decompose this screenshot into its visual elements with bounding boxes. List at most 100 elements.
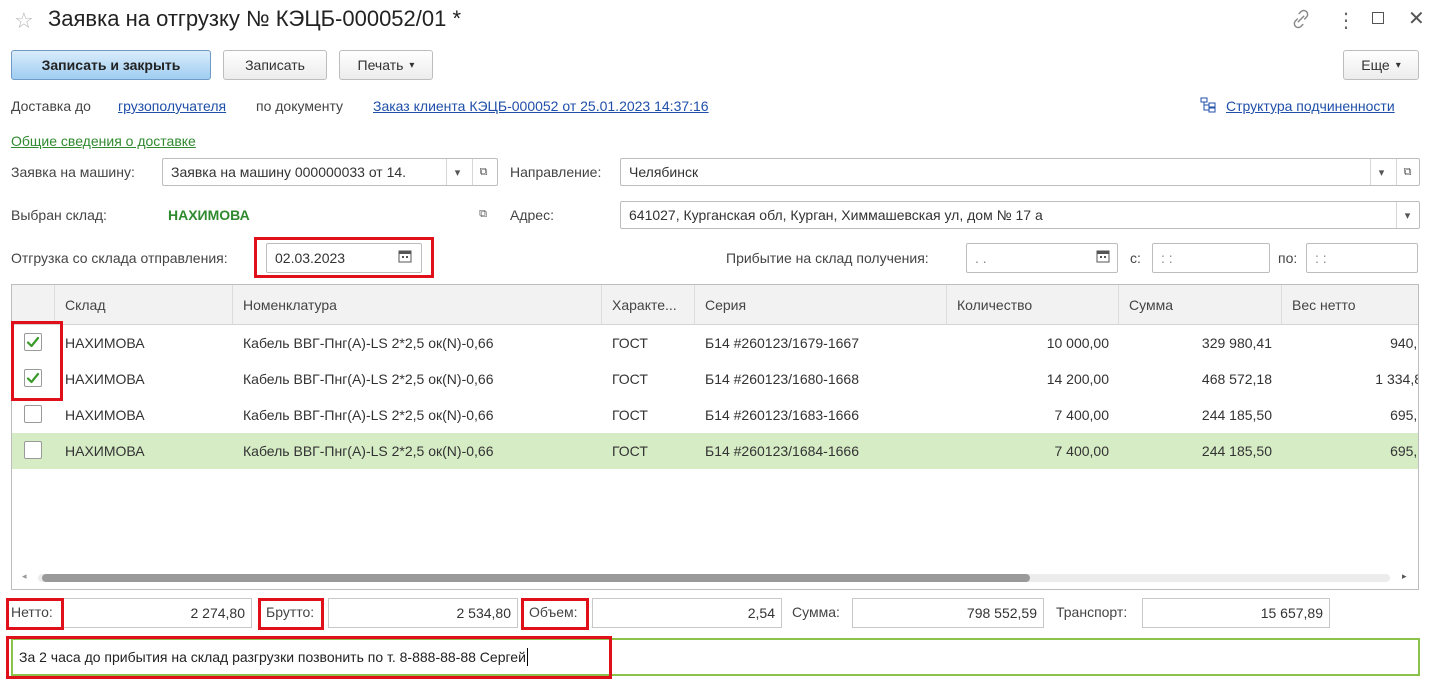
table-row[interactable]: НАХИМОВА Кабель ВВГ-Пнг(А)-LS 2*2,5 ок(N)… bbox=[12, 397, 1419, 433]
address-field[interactable]: 641027, Курганская обл, Курган, Химмашев… bbox=[620, 201, 1420, 229]
volume-value: 2,54 bbox=[592, 598, 782, 628]
column-header-characteristic[interactable]: Характе... bbox=[602, 285, 695, 325]
open-icon[interactable]: ⧉ bbox=[472, 201, 494, 227]
volume-label: Объем: bbox=[529, 604, 578, 620]
goods-table[interactable]: Склад Номенклатура Характе... Серия Коли… bbox=[11, 284, 1419, 590]
cell-warehouse: НАХИМОВА bbox=[65, 407, 145, 423]
brutto-label: Брутто: bbox=[266, 604, 315, 620]
direction-field[interactable]: Челябинск bbox=[620, 158, 1420, 186]
close-icon[interactable]: ✕ bbox=[1408, 6, 1425, 31]
warehouse-value[interactable]: НАХИМОВА bbox=[168, 207, 250, 223]
cell-sum: 244 185,50 bbox=[1201, 407, 1272, 423]
table-row[interactable]: НАХИМОВА Кабель ВВГ-Пнг(А)-LS 2*2,5 ок(N)… bbox=[12, 433, 1419, 469]
calendar-icon[interactable] bbox=[1096, 249, 1112, 265]
link-icon[interactable] bbox=[1290, 8, 1314, 32]
cell-series: Б14 #260123/1683-1666 bbox=[705, 407, 859, 423]
structure-icon bbox=[1200, 97, 1218, 115]
by-document-label: по документу bbox=[256, 98, 344, 114]
cell-quantity: 10 000,00 bbox=[1046, 335, 1109, 351]
scroll-right-icon[interactable]: ▸ bbox=[1402, 571, 1407, 582]
transport-value: 15 657,89 bbox=[1142, 598, 1330, 628]
dropdown-arrow-icon: ▾ bbox=[409, 59, 415, 71]
netto-value: 2 274,80 bbox=[62, 598, 252, 628]
car-request-label: Заявка на машину: bbox=[11, 164, 135, 180]
direction-label: Направление: bbox=[510, 164, 602, 180]
text-cursor bbox=[526, 648, 528, 666]
column-header-nomenclature[interactable]: Номенклатура bbox=[233, 285, 602, 325]
delivery-prefix: Доставка до bbox=[11, 98, 91, 114]
cell-net-weight: 1 334,8 bbox=[1375, 371, 1419, 387]
column-header-warehouse[interactable]: Склад bbox=[55, 285, 233, 325]
table-row[interactable]: НАХИМОВА Кабель ВВГ-Пнг(А)-LS 2*2,5 ок(N)… bbox=[12, 325, 1419, 361]
sum-value: 798 552,59 bbox=[852, 598, 1044, 628]
to-time-label: по: bbox=[1278, 250, 1298, 266]
row-checkbox[interactable] bbox=[24, 441, 42, 459]
cell-quantity: 7 400,00 bbox=[1054, 407, 1110, 423]
column-header-sum[interactable]: Сумма bbox=[1119, 285, 1282, 325]
cell-quantity: 7 400,00 bbox=[1054, 443, 1110, 459]
page-title: Заявка на отгрузку № КЭЦБ-000052/01 * bbox=[48, 6, 462, 31]
cell-sum: 468 572,18 bbox=[1201, 371, 1272, 387]
from-time-value: : : bbox=[1161, 250, 1173, 266]
brutto-value: 2 534,80 bbox=[328, 598, 518, 628]
row-checkbox[interactable] bbox=[24, 369, 42, 387]
column-header-series[interactable]: Серия bbox=[695, 285, 947, 325]
open-icon[interactable]: ⧉ bbox=[1396, 159, 1418, 185]
column-header-quantity[interactable]: Количество bbox=[947, 285, 1119, 325]
cell-series: Б14 #260123/1679-1667 bbox=[705, 335, 859, 351]
row-checkbox[interactable] bbox=[24, 405, 42, 423]
table-row[interactable]: НАХИМОВА Кабель ВВГ-Пнг(А)-LS 2*2,5 ок(N)… bbox=[12, 361, 1419, 397]
cell-sum: 329 980,41 bbox=[1201, 335, 1272, 351]
cell-series: Б14 #260123/1684-1666 bbox=[705, 443, 859, 459]
arrival-label: Прибытие на склад получения: bbox=[726, 250, 929, 266]
cell-net-weight: 695,( bbox=[1390, 407, 1419, 423]
column-header-net-weight[interactable]: Вес нетто bbox=[1282, 285, 1418, 325]
to-time-field[interactable]: : : bbox=[1306, 243, 1418, 273]
calendar-icon[interactable] bbox=[398, 249, 414, 265]
cell-warehouse: НАХИМОВА bbox=[65, 371, 145, 387]
cell-nomenclature: Кабель ВВГ-Пнг(А)-LS 2*2,5 ок(N)-0,66 bbox=[243, 407, 494, 423]
save-and-close-button[interactable]: Записать и закрыть bbox=[11, 50, 211, 80]
arrival-date-value: . . bbox=[975, 250, 987, 266]
scroll-left-icon[interactable]: ◂ bbox=[22, 571, 27, 582]
cell-net-weight: 940,( bbox=[1390, 335, 1419, 351]
dropdown-arrow-icon[interactable]: ▾ bbox=[446, 159, 468, 185]
cell-sum: 244 185,50 bbox=[1201, 443, 1272, 459]
maximize-icon[interactable] bbox=[1372, 12, 1384, 24]
open-icon[interactable]: ⧉ bbox=[472, 159, 494, 185]
more-vertical-icon[interactable]: ⋮ bbox=[1336, 8, 1356, 33]
more-button[interactable]: Еще ▾ bbox=[1343, 50, 1419, 80]
structure-link[interactable]: Структура подчиненности bbox=[1226, 98, 1395, 114]
cell-characteristic: ГОСТ bbox=[612, 443, 648, 459]
cell-nomenclature: Кабель ВВГ-Пнг(А)-LS 2*2,5 ок(N)-0,66 bbox=[243, 443, 494, 459]
row-checkbox[interactable] bbox=[24, 333, 42, 351]
horizontal-scrollbar-thumb[interactable] bbox=[42, 574, 1030, 582]
dropdown-arrow-icon[interactable]: ▾ bbox=[1396, 202, 1418, 228]
cell-nomenclature: Кабель ВВГ-Пнг(А)-LS 2*2,5 ок(N)-0,66 bbox=[243, 335, 494, 351]
checkmark-icon bbox=[26, 336, 40, 348]
print-button[interactable]: Печать ▾ bbox=[339, 50, 433, 80]
netto-label: Нетто: bbox=[11, 604, 53, 620]
print-label: Печать bbox=[357, 57, 404, 73]
general-delivery-info-link[interactable]: Общие сведения о доставке bbox=[11, 133, 196, 149]
column-header-checkbox bbox=[12, 285, 55, 325]
cell-quantity: 14 200,00 bbox=[1046, 371, 1109, 387]
favorite-star-icon[interactable]: ☆ bbox=[14, 8, 34, 34]
cell-series: Б14 #260123/1680-1668 bbox=[705, 371, 859, 387]
comment-field[interactable]: За 2 часа до прибытия на склад разгрузки… bbox=[11, 638, 1420, 676]
cell-characteristic: ГОСТ bbox=[612, 335, 648, 351]
cell-characteristic: ГОСТ bbox=[612, 407, 648, 423]
dropdown-arrow-icon[interactable]: ▾ bbox=[1370, 159, 1392, 185]
transport-label: Транспорт: bbox=[1056, 604, 1128, 620]
cell-nomenclature: Кабель ВВГ-Пнг(А)-LS 2*2,5 ок(N)-0,66 bbox=[243, 371, 494, 387]
cell-characteristic: ГОСТ bbox=[612, 371, 648, 387]
sum-label: Сумма: bbox=[792, 604, 840, 620]
cell-warehouse: НАХИМОВА bbox=[65, 335, 145, 351]
save-button[interactable]: Записать bbox=[223, 50, 327, 80]
from-time-field[interactable]: : : bbox=[1152, 243, 1270, 273]
cell-net-weight: 695,( bbox=[1390, 443, 1419, 459]
address-label: Адрес: bbox=[510, 207, 554, 223]
recipient-link[interactable]: грузополучателя bbox=[118, 98, 226, 114]
direction-value: Челябинск bbox=[629, 164, 699, 180]
order-document-link[interactable]: Заказ клиента КЭЦБ-000052 от 25.01.2023 … bbox=[373, 98, 709, 114]
